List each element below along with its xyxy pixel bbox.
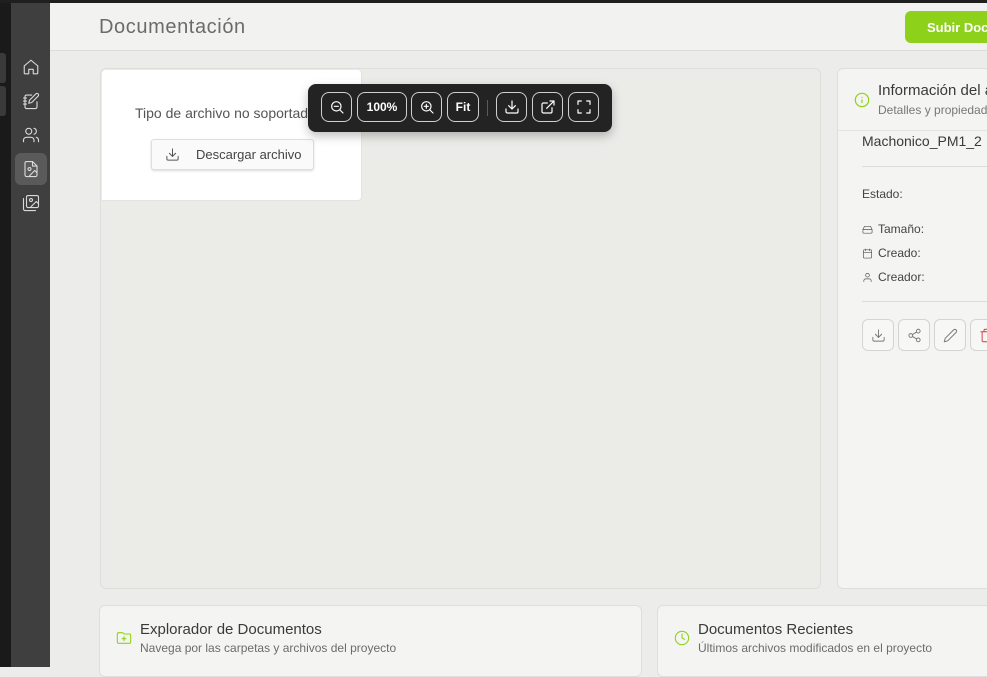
fullscreen-icon: [576, 99, 592, 115]
zoom-in-button[interactable]: [411, 92, 442, 122]
viewer-toolbar: 100% Fit: [308, 84, 612, 132]
explorer-title: Explorador de Documentos: [140, 621, 322, 638]
recent-documents-card[interactable]: Documentos Recientes Últimos archivos mo…: [657, 605, 987, 677]
external-link-icon: [540, 99, 556, 115]
sidebar-item-notes[interactable]: [15, 85, 47, 117]
sidebar: [11, 3, 50, 667]
toolbar-download-button[interactable]: [496, 92, 527, 122]
file-name: Machonico_PM1_2: [862, 133, 982, 149]
images-icon: [22, 194, 40, 212]
share-icon: [907, 328, 922, 343]
status-label-text: Estado:: [862, 187, 903, 201]
sidebar-item-gallery[interactable]: [15, 187, 47, 219]
size-label-text: Tamaño:: [878, 222, 924, 236]
divider: [862, 301, 987, 302]
creator-label: Creador:: [862, 270, 925, 284]
info-panel-title: Información del archivo: [878, 82, 987, 99]
edit-button[interactable]: [934, 319, 966, 351]
home-icon: [22, 58, 40, 76]
explorer-subtitle: Navega por las carpetas y archivos del p…: [140, 641, 396, 655]
hard-drive-icon: [862, 224, 873, 235]
status-label: Estado:: [862, 187, 903, 201]
document-explorer-card[interactable]: Explorador de Documentos Navega por las …: [99, 605, 642, 677]
created-label: Creado:: [862, 246, 921, 260]
page-header: Documentación Subir Documento: [50, 3, 987, 51]
info-icon: [854, 92, 870, 108]
folder-plus-icon: [116, 630, 132, 646]
sidebar-item-home[interactable]: [15, 51, 47, 83]
rail-tab[interactable]: [0, 86, 6, 116]
fit-button[interactable]: Fit: [447, 92, 479, 122]
recent-subtitle: Últimos archivos modificados en el proye…: [698, 641, 932, 655]
fullscreen-button[interactable]: [568, 92, 599, 122]
sidebar-item-documents[interactable]: [15, 153, 47, 185]
file-image-icon: [22, 160, 40, 178]
document-viewer: Tipo de archivo no soportado Descargar a…: [100, 68, 821, 589]
creator-label-text: Creador:: [878, 270, 925, 284]
size-label: Tamaño:: [862, 222, 924, 236]
zoom-out-icon: [329, 99, 345, 115]
recent-title: Documentos Recientes: [698, 621, 853, 638]
divider: [838, 130, 987, 131]
outer-rail: [0, 3, 11, 667]
clock-icon: [674, 630, 690, 646]
user-icon: [862, 272, 873, 283]
share-button[interactable]: [898, 319, 930, 351]
file-info-panel: Información del archivo Detalles y propi…: [837, 68, 987, 589]
divider: [862, 166, 987, 167]
edit-icon: [943, 328, 958, 343]
download-icon: [871, 328, 886, 343]
unsupported-message: Tipo de archivo no soportado: [135, 105, 316, 121]
sidebar-item-users[interactable]: [15, 119, 47, 151]
zoom-level-button[interactable]: 100%: [357, 92, 407, 122]
download-file-button[interactable]: Descargar archivo: [151, 139, 314, 170]
download-icon: [165, 147, 180, 162]
upload-document-button[interactable]: Subir Documento: [905, 11, 987, 43]
trash-icon: [979, 328, 987, 343]
info-download-button[interactable]: [862, 319, 894, 351]
zoom-out-button[interactable]: [321, 92, 352, 122]
calendar-icon: [862, 248, 873, 259]
created-label-text: Creado:: [878, 246, 921, 260]
open-external-button[interactable]: [532, 92, 563, 122]
rail-tab[interactable]: [0, 53, 6, 83]
download-icon: [504, 99, 520, 115]
info-panel-subtitle: Detalles y propiedades: [878, 103, 987, 117]
upload-label: Subir Documento: [927, 20, 987, 35]
zoom-in-icon: [419, 99, 435, 115]
notebook-pen-icon: [22, 92, 40, 110]
users-icon: [22, 126, 40, 144]
delete-button[interactable]: [970, 319, 987, 351]
page-title: Documentación: [99, 16, 246, 39]
download-label: Descargar archivo: [196, 147, 302, 162]
toolbar-separator: [487, 100, 488, 116]
